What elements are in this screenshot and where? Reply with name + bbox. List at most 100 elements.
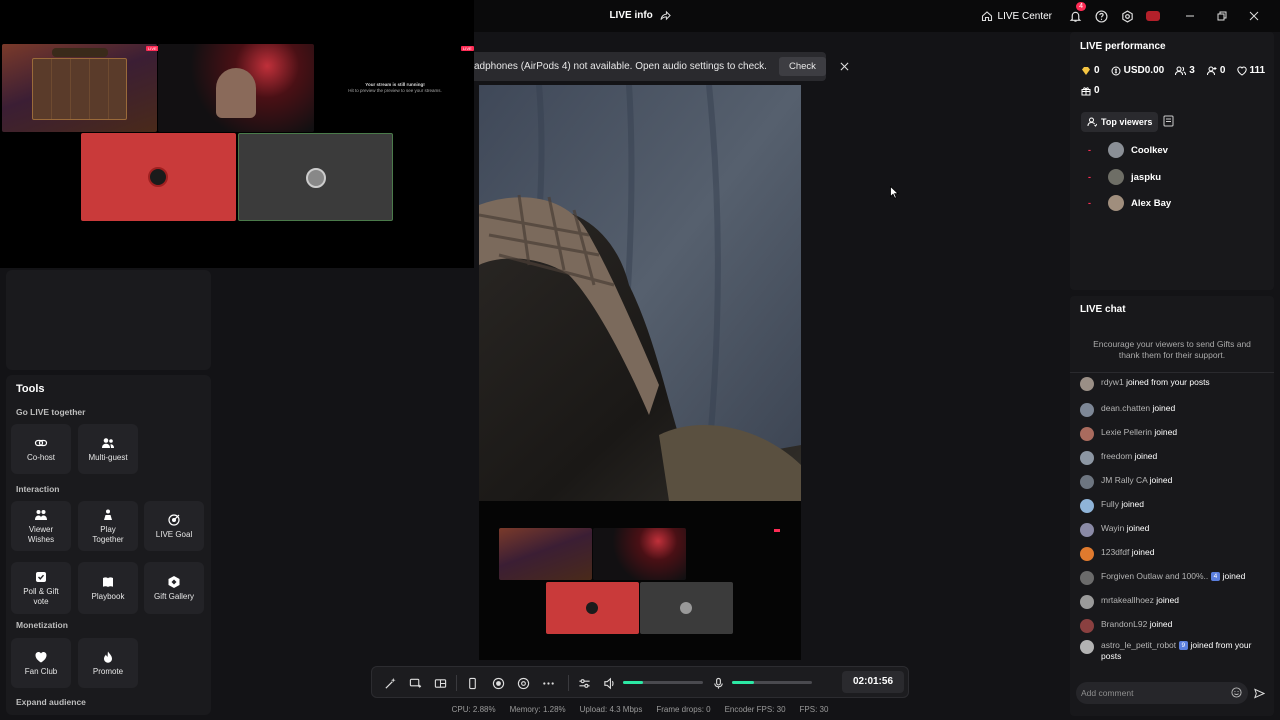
- chat-username: Lexie Pellerin: [1101, 427, 1153, 437]
- send-button[interactable]: [1254, 688, 1265, 699]
- camera-preview[interactable]: [479, 85, 801, 501]
- top-viewers-tab[interactable]: Top viewers: [1081, 112, 1159, 132]
- promote-button[interactable]: Promote: [78, 638, 138, 688]
- diamonds-value: 0: [1094, 65, 1100, 76]
- chat-message-text: Wayin joined: [1101, 523, 1149, 534]
- avatar: [1080, 427, 1094, 441]
- snapshot-button[interactable]: [515, 675, 531, 691]
- stream-preview[interactable]: LIVE Your stream is still running! Hit t…: [0, 0, 474, 268]
- mic-slider[interactable]: [732, 681, 812, 684]
- viewer-wishes-label: Viewer Wishes: [27, 524, 55, 544]
- likes-value: 111: [1249, 65, 1266, 76]
- add-source-button[interactable]: [407, 675, 423, 691]
- guest-tile-red[interactable]: [81, 133, 236, 221]
- share-icon[interactable]: [656, 10, 671, 21]
- notification-badge: 4: [1076, 2, 1086, 11]
- viewer-wishes-button[interactable]: Viewer Wishes: [11, 501, 71, 551]
- divider: [1070, 372, 1274, 373]
- multi-guest-button[interactable]: Multi-guest: [78, 424, 138, 474]
- report-icon: [1163, 115, 1174, 127]
- mini-guest-grey: [640, 582, 733, 634]
- close-icon: [1249, 11, 1259, 21]
- minimize-icon: [1185, 11, 1195, 21]
- notifications-button[interactable]: 4: [1062, 2, 1088, 26]
- minimize-button[interactable]: [1174, 6, 1206, 26]
- guest-tile-grey[interactable]: [238, 133, 393, 221]
- home-icon: [981, 10, 993, 22]
- chat-message-text: Fully joined: [1101, 499, 1144, 510]
- bell-icon: [1069, 10, 1082, 23]
- chat-message[interactable]: dean.chatten joined: [1080, 403, 1266, 417]
- microphone-icon: [712, 677, 725, 690]
- settings-button[interactable]: [1114, 6, 1140, 26]
- camera-scene: [479, 85, 801, 501]
- mini-webcam-tile: [593, 528, 686, 580]
- chat-message[interactable]: freedom joined: [1080, 451, 1266, 465]
- chat-username: rdyw1: [1101, 377, 1124, 387]
- close-icon[interactable]: [840, 62, 849, 71]
- avatar: [1080, 403, 1094, 417]
- viewers-value: 3: [1189, 65, 1195, 76]
- help-button[interactable]: [1088, 6, 1114, 26]
- live-info-label: LIVE info: [609, 10, 653, 22]
- chat-username: BrandonL92: [1101, 619, 1148, 629]
- poll-icon: [34, 570, 48, 584]
- layout-button[interactable]: [432, 675, 448, 691]
- playbook-button[interactable]: Playbook: [78, 562, 138, 614]
- chat-message[interactable]: Fully joined: [1080, 499, 1266, 513]
- live-goal-button[interactable]: LIVE Goal: [144, 501, 204, 551]
- chat-message-text: freedom joined: [1101, 451, 1157, 462]
- divider: [456, 675, 457, 691]
- viewers-metric: 3: [1175, 65, 1195, 76]
- chat-message[interactable]: rdyw1 joined from your posts: [1080, 377, 1266, 391]
- portrait-mode-button[interactable]: [464, 675, 480, 691]
- top-viewer-row[interactable]: - Coolkev: [1088, 142, 1168, 158]
- chat-message[interactable]: Lexie Pellerin joined: [1080, 427, 1266, 441]
- chat-message[interactable]: mrtakeallhoez joined: [1080, 595, 1266, 609]
- fan-club-icon: [34, 650, 48, 664]
- link-icon: [34, 436, 48, 450]
- chat-message-body: joined: [1149, 475, 1173, 485]
- empty-panel: [6, 270, 211, 370]
- effects-button[interactable]: [382, 675, 398, 691]
- restore-button[interactable]: [1206, 6, 1238, 26]
- top-viewer-row[interactable]: - jaspku: [1088, 169, 1161, 185]
- record-icon: [492, 677, 505, 690]
- chat-message[interactable]: Wayin joined: [1080, 523, 1266, 537]
- likes-metric: 111: [1236, 65, 1266, 76]
- close-button[interactable]: [1238, 6, 1270, 26]
- chat-message-body: joined: [1154, 427, 1178, 437]
- play-together-button[interactable]: Play Together: [78, 501, 138, 551]
- fan-club-button[interactable]: Fan Club: [11, 638, 71, 688]
- level-badge: 9: [1178, 641, 1189, 651]
- profile-button[interactable]: [1140, 6, 1166, 26]
- poll-gift-vote-button[interactable]: Poll & Gift vote: [11, 562, 71, 614]
- avatar: [1080, 547, 1094, 561]
- mini-game-tile: [499, 528, 592, 580]
- comment-input[interactable]: Add comment: [1076, 682, 1248, 704]
- chat-message[interactable]: 123dfdf joined: [1080, 547, 1266, 561]
- chat-username: dean.chatten: [1101, 403, 1151, 413]
- wishes-icon: [34, 508, 48, 522]
- more-button[interactable]: [540, 675, 556, 691]
- stats-tab[interactable]: [1163, 115, 1174, 127]
- cohost-button[interactable]: Co-host: [11, 424, 71, 474]
- live-center-button[interactable]: LIVE Center: [977, 10, 1062, 22]
- volume-button[interactable]: [601, 675, 617, 691]
- check-button[interactable]: Check: [778, 57, 826, 76]
- live-center-label: LIVE Center: [997, 10, 1052, 22]
- audio-settings-button[interactable]: [576, 675, 592, 691]
- rank-dash: -: [1088, 145, 1091, 155]
- gift-gallery-button[interactable]: Gift Gallery: [144, 562, 204, 614]
- chat-message[interactable]: BrandonL92 joined: [1080, 619, 1266, 633]
- top-viewer-row[interactable]: - Alex Bay: [1088, 195, 1171, 211]
- volume-slider[interactable]: [623, 681, 703, 684]
- chat-message[interactable]: astro_le_petit_robot 9 joined from your …: [1080, 640, 1266, 662]
- mic-button[interactable]: [710, 675, 726, 691]
- chat-message[interactable]: JM Rally CA joined: [1080, 475, 1266, 489]
- chat-message[interactable]: Forgiven Outlaw and 100%.. 4 joined: [1080, 571, 1266, 585]
- chat-message-text: BrandonL92 joined: [1101, 619, 1172, 630]
- record-button[interactable]: [490, 675, 506, 691]
- chat-username: Fully: [1101, 499, 1119, 509]
- emoji-icon[interactable]: [1231, 687, 1242, 698]
